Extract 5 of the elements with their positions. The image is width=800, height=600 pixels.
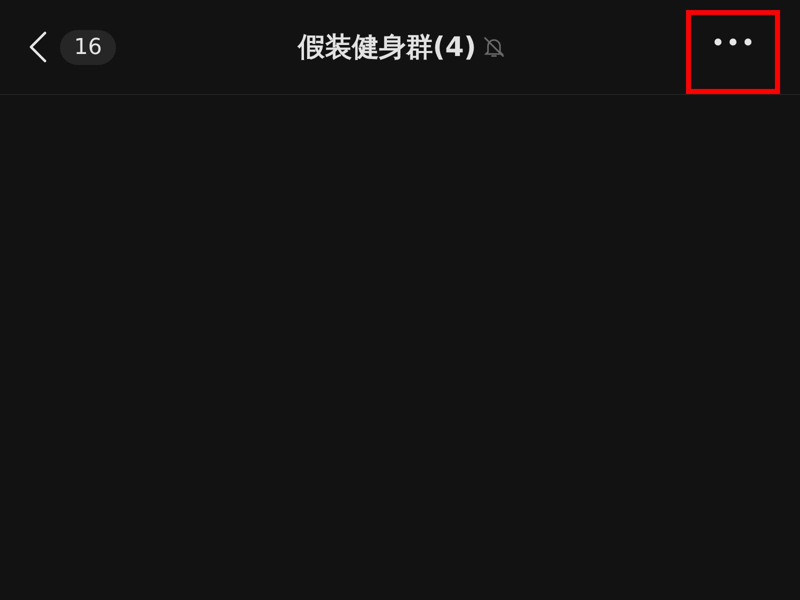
chat-title: 假装健身群(4): [298, 31, 476, 65]
more-button[interactable]: [686, 10, 780, 94]
back-icon: [28, 31, 48, 63]
more-icon: [713, 37, 753, 47]
unread-count: 16: [60, 30, 116, 64]
